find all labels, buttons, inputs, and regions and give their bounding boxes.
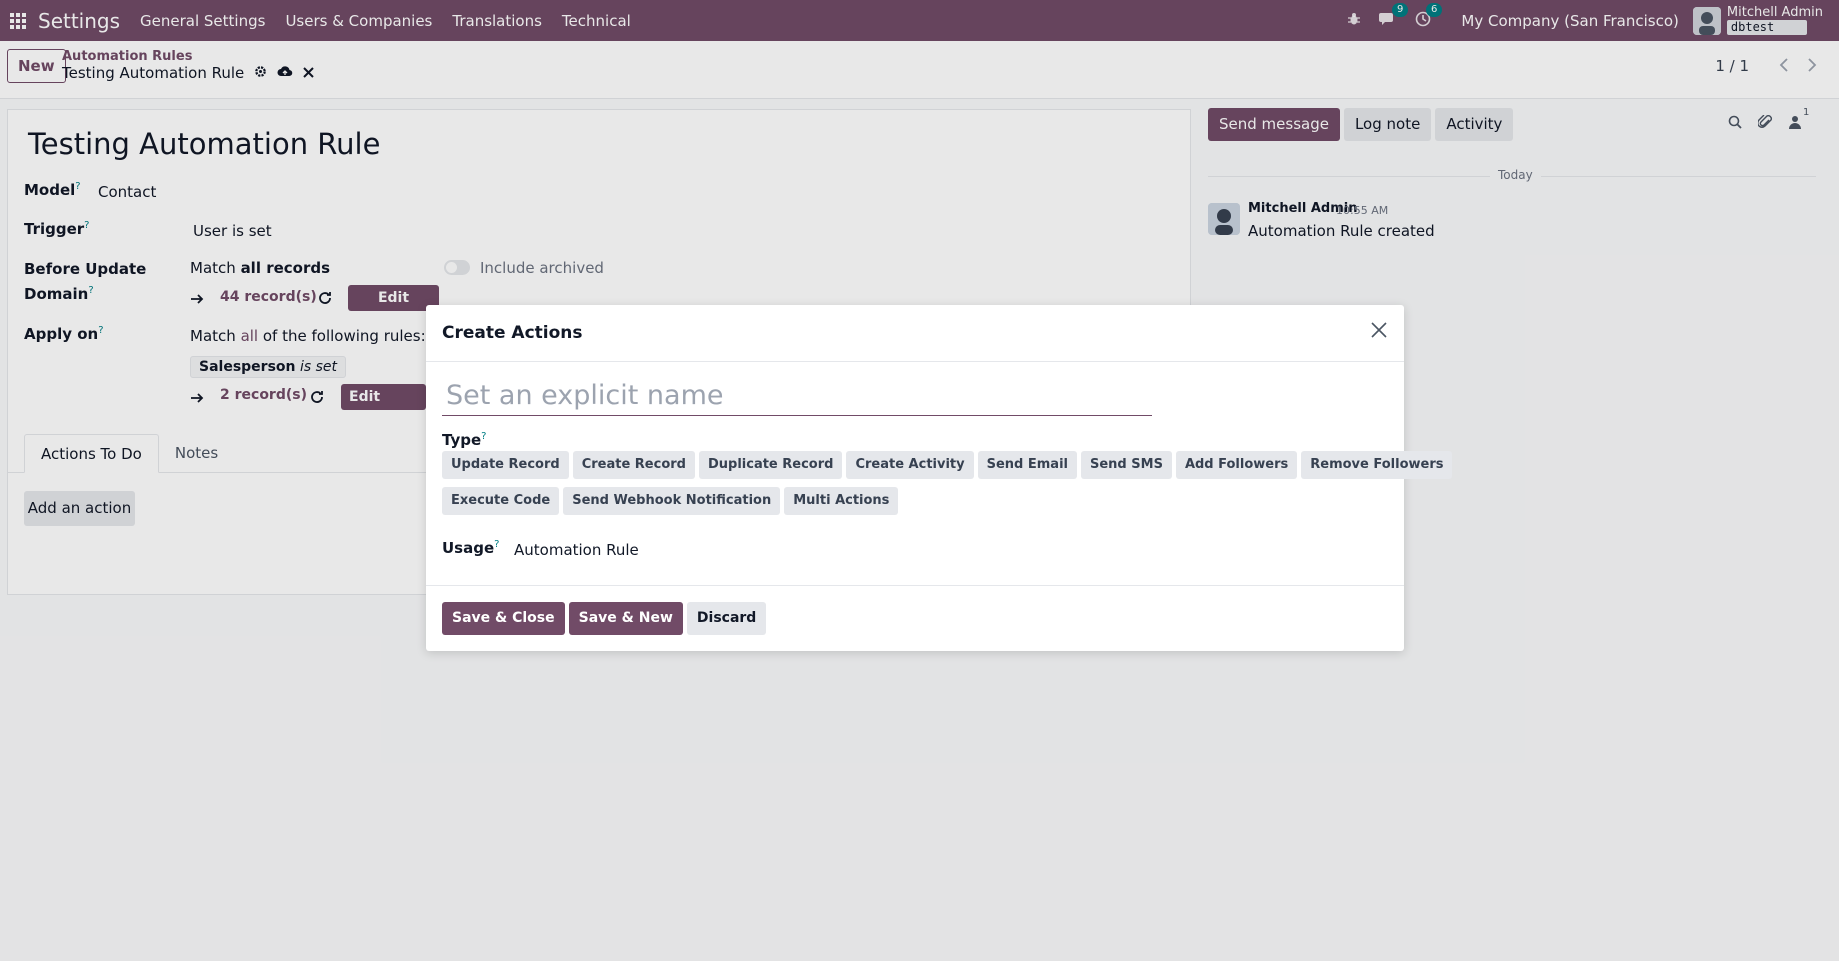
close-icon[interactable] xyxy=(1368,319,1390,341)
save-new-button[interactable]: Save & New xyxy=(568,602,683,635)
type-send-sms[interactable]: Send SMS xyxy=(1081,451,1172,479)
usage-value: Automation Rule xyxy=(514,541,639,559)
usage-label: Usage? xyxy=(442,539,499,557)
type-create-record[interactable]: Create Record xyxy=(572,451,695,479)
usage-label-text: Usage xyxy=(442,539,495,557)
type-create-activity[interactable]: Create Activity xyxy=(846,451,974,479)
type-remove-followers[interactable]: Remove Followers xyxy=(1301,451,1453,479)
help-icon[interactable]: ? xyxy=(481,431,486,442)
type-execute-code[interactable]: Execute Code xyxy=(442,487,560,515)
modal-title: Create Actions xyxy=(442,323,583,343)
action-name-input[interactable] xyxy=(442,376,1152,416)
type-send-webhook-notification[interactable]: Send Webhook Notification xyxy=(563,487,781,515)
modal-footer: Save & Close Save & New Discard xyxy=(426,585,1404,651)
type-label: Type? xyxy=(442,431,486,449)
modal-header: Create Actions xyxy=(426,305,1404,362)
type-duplicate-record[interactable]: Duplicate Record xyxy=(698,451,843,479)
type-add-followers[interactable]: Add Followers xyxy=(1175,451,1298,479)
type-label-text: Type xyxy=(442,431,482,449)
save-close-button[interactable]: Save & Close xyxy=(442,602,565,635)
type-multi-actions[interactable]: Multi Actions xyxy=(784,487,899,515)
action-type-row-1: Update Record Create Record Duplicate Re… xyxy=(442,451,1453,479)
create-actions-dialog: Create Actions Type? Update Record Creat… xyxy=(426,305,1453,651)
action-type-row-2: Execute Code Send Webhook Notification M… xyxy=(442,487,899,515)
discard-button[interactable]: Discard xyxy=(686,602,767,635)
help-icon[interactable]: ? xyxy=(494,539,499,550)
type-send-email[interactable]: Send Email xyxy=(977,451,1077,479)
type-update-record[interactable]: Update Record xyxy=(442,451,569,479)
